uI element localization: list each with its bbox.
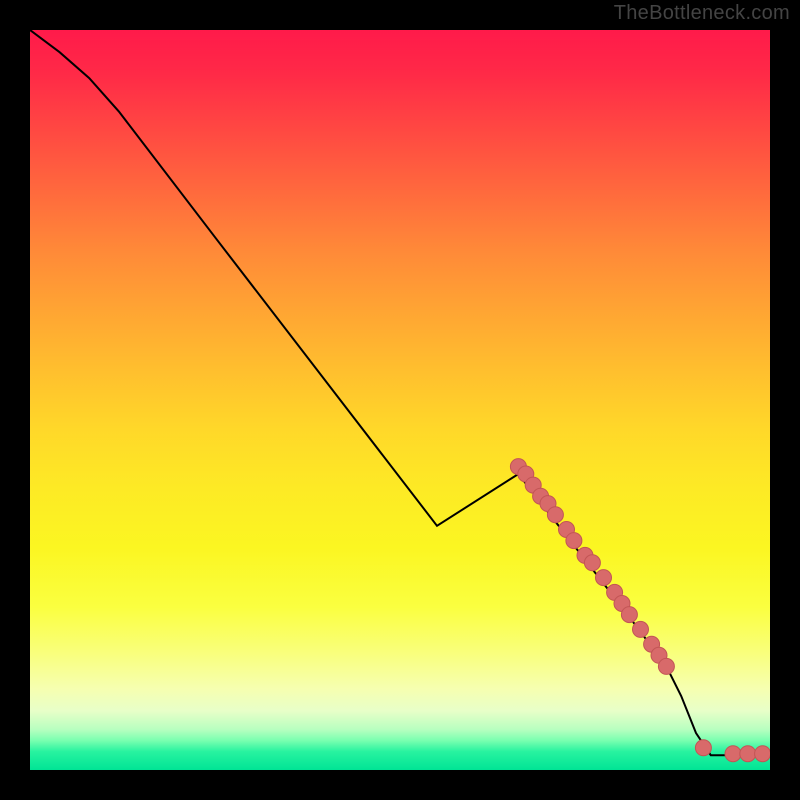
data-marker (596, 570, 612, 586)
data-marker (725, 746, 741, 762)
data-marker (695, 740, 711, 756)
marker-group (510, 459, 770, 762)
data-marker (566, 533, 582, 549)
chart-area (30, 30, 770, 770)
data-marker (755, 746, 770, 762)
data-marker (621, 607, 637, 623)
data-marker (633, 621, 649, 637)
data-marker (658, 658, 674, 674)
watermark-text: TheBottleneck.com (614, 2, 790, 25)
data-marker (547, 507, 563, 523)
chart-overlay (30, 30, 770, 770)
data-marker (740, 746, 756, 762)
data-marker (584, 555, 600, 571)
